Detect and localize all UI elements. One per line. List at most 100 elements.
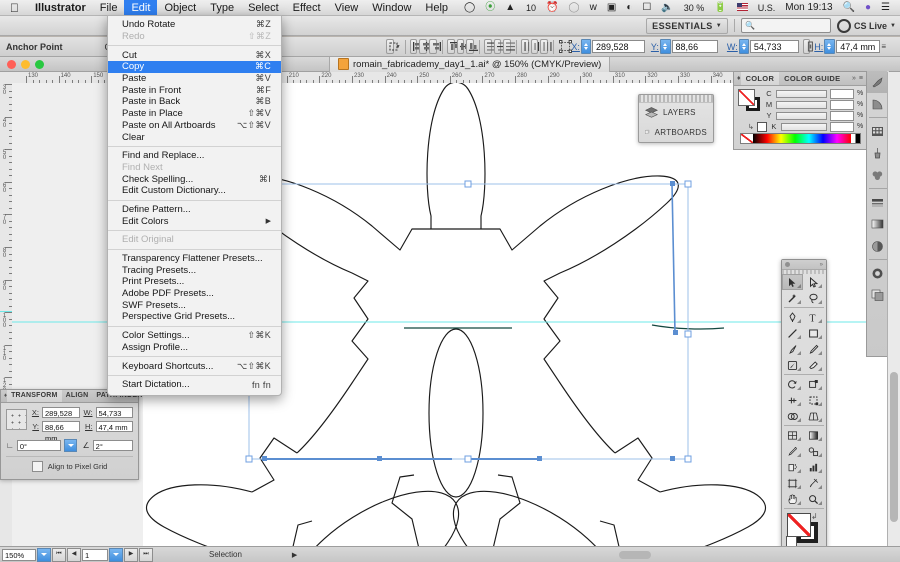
menubar-item-file[interactable]: File bbox=[93, 0, 125, 16]
menubar-item-object[interactable]: Object bbox=[157, 0, 203, 16]
edit-menu-dropdown[interactable]: Undo Rotate ⌘Z Redo ⇧⌘Z Cut ⌘X Copy ⌘C Paste ⌘V Pa… bbox=[107, 15, 282, 396]
last-artboard-button[interactable]: ⏭ bbox=[139, 547, 153, 562]
distribute-bottom-button[interactable] bbox=[503, 39, 516, 54]
swap-fill-stroke-icon[interactable]: ↲ bbox=[811, 512, 818, 521]
menu-item-find-and-replace[interactable]: Find and Replace... bbox=[108, 150, 281, 162]
notification-center-icon[interactable]: ☰ bbox=[876, 0, 895, 16]
tab-color-guide[interactable]: COLOR GUIDE bbox=[779, 72, 845, 85]
artboard-number-input[interactable]: 1 bbox=[82, 548, 108, 561]
next-artboard-button[interactable]: ▶ bbox=[124, 547, 138, 562]
document-tab[interactable]: romain_fabricademy_day1_1.ai* @ 150% (CM… bbox=[329, 56, 611, 72]
panel-menu-icon[interactable]: ≡ bbox=[881, 42, 886, 51]
tools-fill-stroke[interactable]: ↲ bbox=[782, 511, 826, 547]
blend-tool[interactable] bbox=[803, 443, 824, 459]
menu-item-adobe-pdf-presets[interactable]: Adobe PDF Presets... bbox=[108, 288, 281, 300]
rotate-tool[interactable] bbox=[782, 376, 803, 392]
distribute-center-v-button[interactable] bbox=[493, 39, 506, 54]
convert-to-smooth-button[interactable] bbox=[386, 39, 398, 54]
w-input[interactable]: 54,733 mm bbox=[749, 40, 799, 65]
status-menu-icon[interactable]: ▶ bbox=[292, 551, 297, 559]
paintbrush-tool[interactable] bbox=[782, 341, 803, 357]
menu-item-tracing-presets[interactable]: Tracing Presets... bbox=[108, 264, 281, 276]
rotate-dropdown-button[interactable] bbox=[64, 439, 77, 452]
menubar-item-view[interactable]: View bbox=[328, 0, 366, 16]
line-segment-tool[interactable] bbox=[782, 325, 803, 341]
dock-brushes-icon[interactable] bbox=[867, 142, 887, 164]
lasso-tool[interactable] bbox=[803, 290, 824, 306]
selection-tool[interactable] bbox=[782, 274, 803, 290]
dock-stroke-icon[interactable] bbox=[867, 191, 887, 213]
link-icon[interactable] bbox=[802, 39, 813, 54]
menu-item-undo-rotate[interactable]: Undo Rotate ⌘Z bbox=[108, 19, 281, 31]
clock-label[interactable]: Mon 19:13 bbox=[780, 0, 837, 16]
dock-transparency-icon[interactable] bbox=[867, 235, 887, 257]
gradient-tool[interactable] bbox=[803, 427, 824, 443]
tab-color[interactable]: COLOR bbox=[740, 72, 780, 85]
fill-swatch[interactable] bbox=[738, 89, 755, 106]
pencil-tool[interactable] bbox=[803, 341, 824, 357]
eyedropper-tool[interactable] bbox=[782, 443, 803, 459]
apple-logo-icon[interactable]:  bbox=[0, 2, 28, 14]
panel-drag-handle[interactable] bbox=[639, 95, 713, 103]
first-artboard-button[interactable]: ⏮ bbox=[52, 547, 66, 562]
panel-item-artboards[interactable]: ARTBOARDS bbox=[639, 122, 713, 142]
dock-brush-libraries-icon[interactable] bbox=[867, 71, 887, 93]
align-right-button[interactable] bbox=[429, 39, 442, 54]
dock-appearance-icon[interactable] bbox=[867, 262, 887, 284]
scale-tool[interactable] bbox=[803, 376, 824, 392]
menu-item-paste[interactable]: Paste ⌘V bbox=[108, 73, 281, 85]
shape-builder-tool[interactable] bbox=[782, 408, 803, 424]
symbol-sprayer-tool[interactable] bbox=[782, 459, 803, 475]
y-input[interactable]: 88,66 mm bbox=[671, 40, 718, 65]
menubar-item-effect[interactable]: Effect bbox=[286, 0, 328, 16]
h-input[interactable]: 47,4 mm bbox=[836, 40, 881, 53]
color-slider-k[interactable]: ↳ K % bbox=[738, 121, 863, 132]
transform-w-input[interactable]: 54,733 mm bbox=[95, 407, 133, 429]
menu-item-edit-custom-dictionary[interactable]: Edit Custom Dictionary... bbox=[108, 185, 281, 197]
expand-icon[interactable]: » bbox=[852, 75, 859, 82]
collapsed-panels-group[interactable]: LAYERS ARTBOARDS bbox=[638, 94, 714, 143]
type-tool[interactable]: T bbox=[803, 309, 824, 325]
menu-item-color-settings[interactable]: Color Settings... ⇧⌘K bbox=[108, 330, 281, 342]
menubar-item-window[interactable]: Window bbox=[365, 0, 418, 16]
menu-item-paste-on-all-artboards[interactable]: Paste on All Artboards ⌥⇧⌘V bbox=[108, 120, 281, 132]
prev-artboard-button[interactable]: ◀ bbox=[67, 547, 81, 562]
tab-transform[interactable]: TRANSFORM bbox=[7, 390, 62, 402]
tab-align[interactable]: ALIGN bbox=[62, 390, 93, 402]
horizontal-scrollbar[interactable] bbox=[454, 550, 884, 560]
align-pixel-grid-checkbox[interactable] bbox=[31, 461, 43, 472]
bluetooth-icon[interactable]: w bbox=[585, 0, 602, 16]
align-top-button[interactable] bbox=[446, 39, 459, 54]
transform-bbox-icon[interactable] bbox=[558, 39, 573, 54]
align-left-button[interactable] bbox=[409, 39, 421, 54]
battery-icon[interactable]: 🔋 bbox=[709, 0, 731, 16]
horizontal-scrollbar-thumb[interactable] bbox=[619, 550, 651, 559]
color-panel[interactable]: ♦ COLOR COLOR GUIDE » ≡ C % M % Y % ↳ K … bbox=[733, 71, 868, 150]
artboard-tool[interactable] bbox=[782, 475, 803, 491]
distribute-left-button[interactable] bbox=[521, 39, 533, 54]
menu-item-paste-in-place[interactable]: Paste in Place ⇧⌘V bbox=[108, 108, 281, 120]
volume-icon[interactable]: 🔈 bbox=[656, 0, 678, 16]
none-swatch[interactable] bbox=[741, 134, 753, 143]
workspace-switcher-button[interactable]: ESSENTIALS ▼ bbox=[646, 17, 729, 34]
zoom-dropdown-button[interactable] bbox=[37, 547, 51, 562]
shear-input[interactable]: 2° bbox=[92, 440, 134, 451]
spectrum-gradient[interactable] bbox=[753, 134, 851, 143]
wifi-icon[interactable]: ◐ bbox=[621, 0, 637, 16]
menubar-app-name[interactable]: Illustrator bbox=[28, 0, 93, 16]
h-stepper[interactable] bbox=[824, 39, 836, 54]
slice-tool[interactable] bbox=[803, 475, 824, 491]
width-field[interactable]: W: 54,733 mm bbox=[727, 39, 799, 65]
transform-h-input[interactable]: 47,4 mm bbox=[95, 421, 133, 432]
menu-item-start-dictation[interactable]: Start Dictation... fn fn bbox=[108, 379, 281, 391]
zoom-button[interactable] bbox=[35, 59, 44, 69]
distribute-right-button[interactable] bbox=[540, 39, 552, 54]
menu-item-edit-colors[interactable]: Edit Colors ▶ bbox=[108, 215, 281, 227]
input-source-label[interactable]: U.S. bbox=[753, 0, 781, 16]
w-stepper[interactable] bbox=[738, 39, 749, 54]
menu-item-transparency-flattener-presets[interactable]: Transparency Flattener Presets... bbox=[108, 253, 281, 265]
align-center-h-button[interactable] bbox=[419, 39, 431, 54]
y-stepper[interactable] bbox=[659, 39, 671, 54]
menubar-item-edit[interactable]: Edit bbox=[124, 0, 158, 16]
rotate-input[interactable]: 0° bbox=[16, 440, 61, 451]
